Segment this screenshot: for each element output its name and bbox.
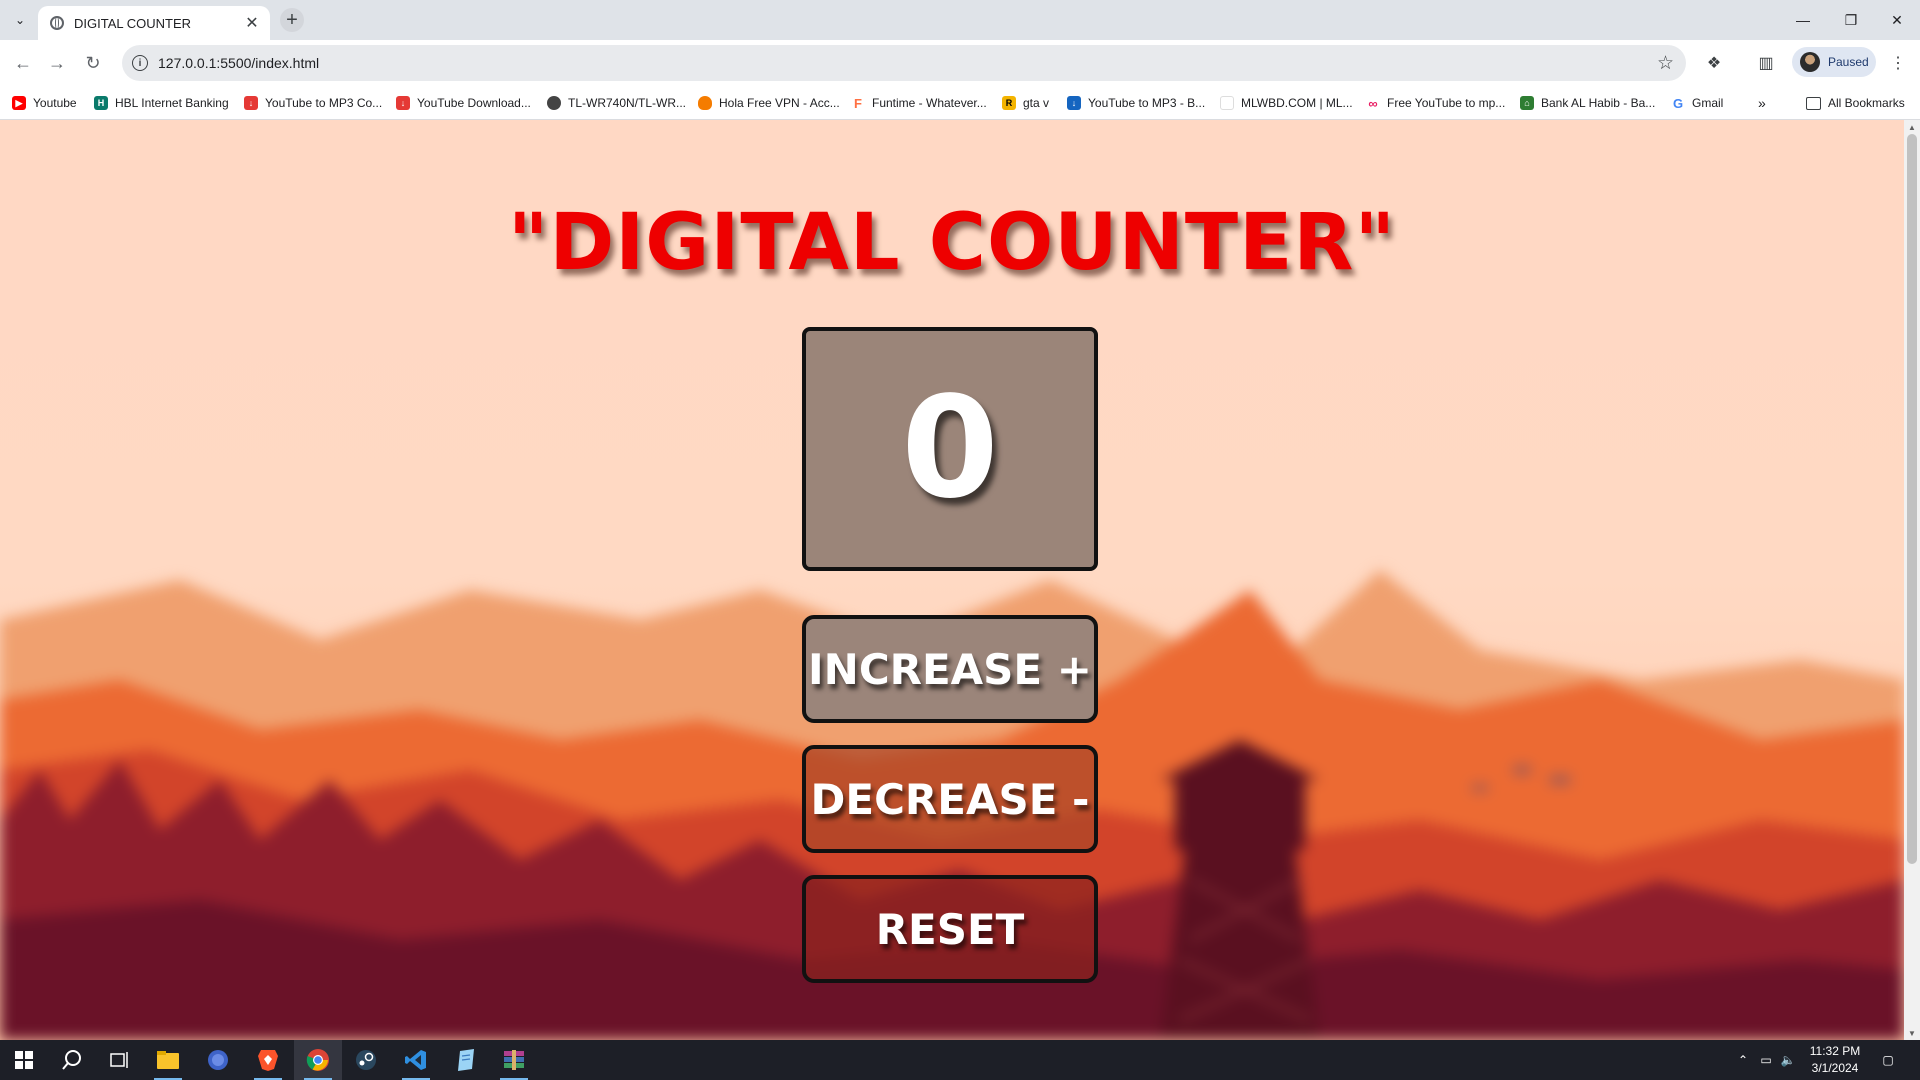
download-icon: ↓ (1067, 96, 1081, 110)
volume-icon[interactable]: 🔈 (1778, 1050, 1798, 1070)
bookmark-item[interactable]: Hola Free VPN - Acc... (698, 93, 840, 113)
bookmark-label: Bank AL Habib - Ba... (1541, 96, 1656, 110)
bookmark-item[interactable]: ↓ YouTube to MP3 Co... (244, 93, 382, 113)
bookmark-label: YouTube to MP3 - B... (1088, 96, 1206, 110)
bookmark-item[interactable]: ↓ YouTube to MP3 - B... (1067, 93, 1205, 113)
tab-search-chevron-icon[interactable]: ⌄ (8, 8, 32, 32)
chevron-up-icon[interactable]: ⌃ (1733, 1050, 1753, 1070)
scrollbar-thumb[interactable] (1907, 134, 1917, 864)
menu-kebab-icon[interactable]: ⋮ (1886, 51, 1910, 75)
download-icon: ↓ (244, 96, 258, 110)
bookmark-item[interactable]: F Funtime - Whatever... (851, 93, 987, 113)
decrease-button[interactable]: DECREASE - (802, 745, 1098, 853)
browser-tab[interactable]: DIGITAL COUNTER ✕ (38, 6, 270, 40)
scroll-down-arrow-icon[interactable]: ▼ (1904, 1026, 1920, 1040)
bookmarks-bar: ▶ Youtube H HBL Internet Banking ↓ YouTu… (0, 86, 1920, 120)
link-icon: ∞ (1368, 95, 1378, 111)
minimize-button[interactable]: — (1780, 0, 1826, 40)
more-bookmarks-chevron-icon[interactable]: » (1758, 93, 1766, 113)
profile-status: Paused (1828, 55, 1869, 69)
bookmark-star-icon[interactable]: ☆ (1657, 52, 1674, 75)
all-bookmarks-label: All Bookmarks (1828, 96, 1905, 110)
new-tab-button[interactable]: + (280, 8, 304, 32)
bookmark-item[interactable]: ↓ YouTube Download... (396, 93, 531, 113)
close-tab-icon[interactable]: ✕ (242, 13, 262, 33)
bookmark-item[interactable]: TL-WR740N/TL-WR... (547, 93, 686, 113)
network-icon[interactable]: ▭ (1756, 1050, 1776, 1070)
bookmark-label: Youtube (33, 96, 77, 110)
flame-icon (698, 96, 712, 110)
avatar (1800, 52, 1820, 72)
bookmark-label: HBL Internet Banking (115, 96, 229, 110)
bank-icon: ⌂ (1520, 96, 1534, 110)
bookmark-item[interactable]: H HBL Internet Banking (94, 93, 229, 113)
rockstar-icon: R (1002, 96, 1016, 110)
notepad-icon[interactable] (442, 1040, 490, 1080)
page-title: "DIGITAL COUNTER" (507, 198, 1397, 288)
bookmark-label: Hola Free VPN - Acc... (719, 96, 840, 110)
restore-button[interactable]: ❐ (1828, 0, 1874, 40)
windows-start-icon[interactable] (0, 1040, 48, 1080)
all-bookmarks-button[interactable]: All Bookmarks (1806, 93, 1905, 113)
winrar-icon[interactable] (490, 1040, 538, 1080)
search-icon[interactable] (48, 1040, 96, 1080)
extensions-icon[interactable]: ❖ (1702, 51, 1726, 75)
bookmark-label: MLWBD.COM | ML... (1241, 96, 1353, 110)
windows-taskbar: ⌃ ▭ 🔈 11:32 PM 3/1/2024 ▢ (0, 1040, 1920, 1080)
clock-date: 3/1/2024 (1811, 1061, 1859, 1075)
side-panel-icon[interactable]: ▥ (1754, 51, 1778, 75)
reset-button[interactable]: RESET (802, 875, 1098, 983)
counter-value: 0 (901, 367, 999, 530)
globe-icon (547, 96, 561, 110)
taskbar-clock[interactable]: 11:32 PM 3/1/2024 (1800, 1043, 1870, 1077)
hbl-icon: H (94, 96, 108, 110)
browser-toolbar: ← → ↻ i 127.0.0.1:5500/index.html ☆ ❖ ▥ … (0, 40, 1920, 86)
bookmark-item[interactable]: MLWBD.COM | ML... (1220, 93, 1353, 113)
chrome-icon[interactable] (294, 1040, 342, 1080)
back-button[interactable]: ← (10, 50, 36, 76)
bookmark-item[interactable]: ∞ Free YouTube to mp... (1366, 93, 1505, 113)
address-bar[interactable]: i 127.0.0.1:5500/index.html ☆ (122, 45, 1686, 81)
bookmark-label: TL-WR740N/TL-WR... (568, 96, 687, 110)
bookmark-item[interactable]: R gta v (1002, 93, 1049, 113)
steam-icon[interactable] (342, 1040, 390, 1080)
tab-title: DIGITAL COUNTER (74, 15, 192, 31)
bookmark-item[interactable]: ▶ Youtube (12, 93, 77, 113)
bookmark-label: Gmail (1692, 96, 1724, 110)
bookmark-label: YouTube Download... (417, 96, 531, 110)
funtime-icon: F (854, 95, 862, 111)
bookmark-item[interactable]: G Gmail (1671, 93, 1723, 113)
browser-tabstrip: ⌄ DIGITAL COUNTER ✕ + — ❐ ✕ (0, 0, 1920, 40)
bookmark-item[interactable]: ⌂ Bank AL Habib - Ba... (1520, 93, 1655, 113)
url-text[interactable]: 127.0.0.1:5500/index.html (158, 55, 319, 71)
bookmark-label: YouTube to MP3 Co... (265, 96, 383, 110)
notifications-icon[interactable]: ▢ (1878, 1050, 1898, 1070)
youtube-icon: ▶ (12, 96, 26, 110)
bookmark-label: gta v (1023, 96, 1050, 110)
globe-icon (50, 16, 64, 30)
google-icon: G (1672, 95, 1684, 111)
firefox-icon[interactable] (194, 1040, 242, 1080)
close-window-button[interactable]: ✕ (1874, 0, 1920, 40)
reload-button[interactable]: ↻ (80, 50, 106, 76)
folder-icon (1806, 96, 1821, 110)
bookmark-label: Free YouTube to mp... (1387, 96, 1506, 110)
increase-button[interactable]: INCREASE + (802, 615, 1098, 723)
vertical-scrollbar[interactable]: ▲ ▼ (1904, 120, 1920, 1040)
site-info-icon[interactable]: i (132, 55, 148, 71)
scroll-up-arrow-icon[interactable]: ▲ (1904, 120, 1920, 134)
brave-icon[interactable] (244, 1040, 292, 1080)
counter-display: 0 (802, 327, 1098, 571)
vscode-icon[interactable] (392, 1040, 440, 1080)
download-icon: ↓ (396, 96, 410, 110)
profile-button[interactable]: Paused (1792, 47, 1876, 77)
clock-time: 11:32 PM (1809, 1044, 1861, 1058)
blank-page-icon (1220, 96, 1234, 110)
bookmark-label: Funtime - Whatever... (872, 96, 987, 110)
file-explorer-icon[interactable] (144, 1040, 192, 1080)
forward-button[interactable]: → (44, 50, 70, 76)
page-viewport: "DIGITAL COUNTER" 0 INCREASE + DECREASE … (0, 120, 1904, 1040)
task-view-icon[interactable] (96, 1040, 144, 1080)
